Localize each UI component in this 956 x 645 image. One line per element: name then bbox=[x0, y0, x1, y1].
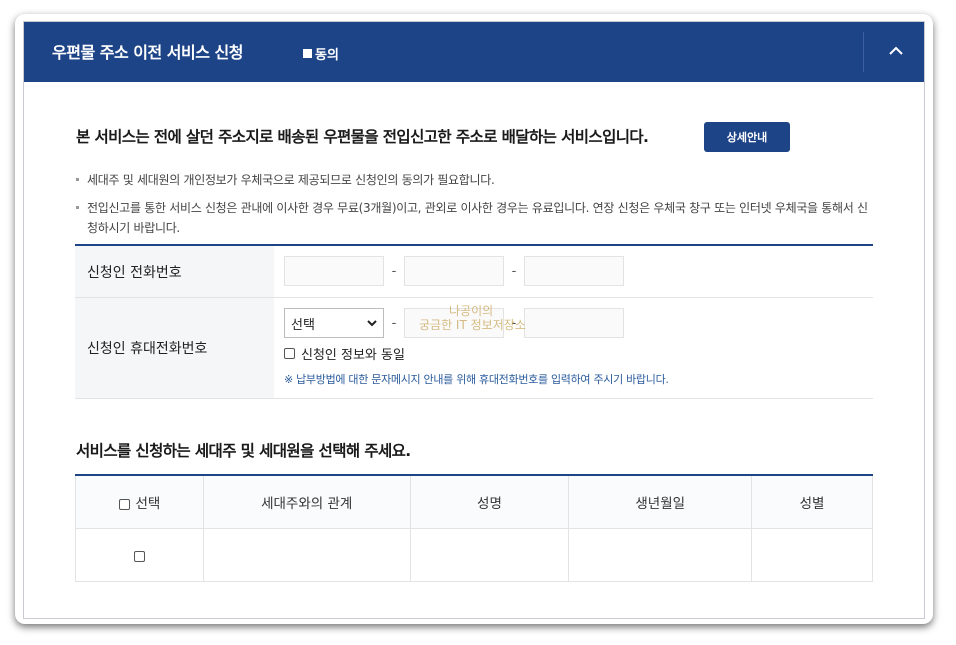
separator: - bbox=[391, 315, 397, 331]
detail-info-button[interactable]: 상세안내 bbox=[704, 122, 790, 152]
table-row bbox=[75, 528, 873, 582]
row-checkbox[interactable] bbox=[133, 550, 145, 562]
service-panel: 우편물 주소 이전 서비스 신청 동의 본 서비스는 전에 살던 주소지로 배송… bbox=[23, 21, 925, 619]
name-cell bbox=[409, 528, 569, 582]
select-all-checkbox[interactable] bbox=[118, 498, 130, 510]
select-value: 선택 bbox=[291, 317, 315, 333]
mobile-label: 신청인 휴대전화번호 bbox=[75, 298, 274, 398]
gender-cell bbox=[751, 528, 873, 582]
header-divider bbox=[863, 32, 864, 72]
birth-header: 생년월일 bbox=[568, 475, 752, 529]
agree-status: 동의 bbox=[303, 44, 339, 63]
birth-cell bbox=[568, 528, 752, 582]
name-header: 성명 bbox=[409, 475, 569, 529]
phone-part2-input[interactable] bbox=[404, 256, 504, 286]
chevron-up-icon bbox=[889, 46, 903, 55]
relation-cell bbox=[202, 528, 411, 582]
mobile-inputs: 선택 -- 신청인 정보와 동일 ※ 납부방법에 대한 문자메시지 안내를 위해… bbox=[274, 298, 873, 398]
service-intro: 본 서비스는 전에 살던 주소지로 배송된 우편물을 전입신고한 주소로 배달하… bbox=[76, 128, 649, 146]
panel-title: 우편물 주소 이전 서비스 신청 bbox=[52, 43, 243, 62]
members-title: 서비스를 신청하는 세대주 및 세대원을 선택해 주세요. bbox=[76, 442, 411, 460]
separator: - bbox=[511, 263, 517, 279]
relation-header: 세대주와의 관계 bbox=[202, 475, 411, 529]
select-header-label: 선택 bbox=[135, 496, 161, 512]
note-item: 세대주 및 세대원의 개인정보가 우체국으로 제공되므로 신청인의 동의가 필요… bbox=[76, 170, 876, 190]
members-table: 선택 세대주와의 관계 성명 생년월일 성별 bbox=[75, 474, 873, 582]
phone-label: 신청인 전화번호 bbox=[75, 246, 274, 297]
table-header-row: 선택 세대주와의 관계 성명 생년월일 성별 bbox=[75, 475, 873, 529]
notes-list: 세대주 및 세대원의 개인정보가 우체국으로 제공되므로 신청인의 동의가 필요… bbox=[76, 170, 876, 246]
same-as-applicant[interactable]: 신청인 정보와 동일 bbox=[284, 344, 863, 363]
phone-part1-input[interactable] bbox=[284, 256, 384, 286]
phone-inputs: -- bbox=[274, 246, 873, 297]
square-icon bbox=[303, 49, 312, 58]
separator: - bbox=[391, 263, 397, 279]
watermark-line2: 궁금한 IT 정보저장소 bbox=[419, 318, 526, 332]
collapse-button[interactable] bbox=[885, 40, 907, 62]
agree-label: 동의 bbox=[315, 48, 339, 63]
chevron-down-icon bbox=[367, 320, 377, 327]
window-frame: 우편물 주소 이전 서비스 신청 동의 본 서비스는 전에 살던 주소지로 배송… bbox=[15, 14, 933, 624]
mobile-prefix-select[interactable]: 선택 bbox=[284, 308, 384, 338]
same-as-applicant-label: 신청인 정보와 동일 bbox=[301, 348, 405, 363]
phone-part3-input[interactable] bbox=[524, 256, 624, 286]
gender-header: 성별 bbox=[751, 475, 873, 529]
row-select-cell[interactable] bbox=[75, 528, 204, 582]
select-all-header[interactable]: 선택 bbox=[75, 475, 204, 529]
phone-row: 신청인 전화번호 -- bbox=[75, 246, 873, 298]
mobile-part3-input[interactable] bbox=[524, 308, 624, 338]
mobile-notice: ※ 납부방법에 대한 문자메시지 안내를 위해 휴대전화번호를 입력하여 주시기… bbox=[284, 373, 669, 386]
note-item: 전입신고를 통한 서비스 신청은 관내에 이사한 경우 무료(3개월)이고, 관… bbox=[76, 198, 876, 238]
watermark-line1: 나공이의 bbox=[449, 304, 494, 318]
panel-header[interactable]: 우편물 주소 이전 서비스 신청 동의 bbox=[24, 22, 924, 82]
same-as-applicant-checkbox[interactable] bbox=[284, 348, 295, 359]
watermark: 나공이의 궁금한 IT 정보저장소 bbox=[419, 304, 526, 332]
